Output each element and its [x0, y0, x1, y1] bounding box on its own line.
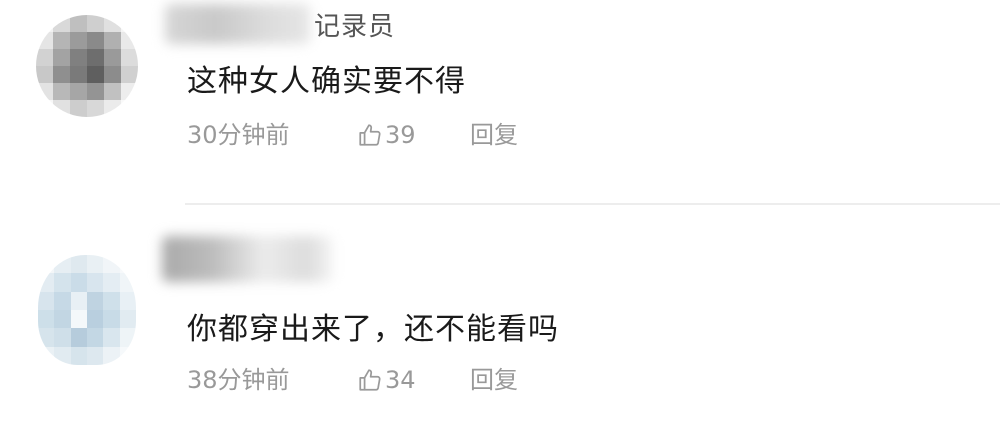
avatar-pixel — [103, 310, 120, 329]
avatar-pixel — [103, 291, 120, 310]
comment-item: 记录员 这种女人确实要不得 30分钟前 39 回复 — [0, 0, 1000, 205]
comment-time: 30分钟前 — [187, 121, 290, 149]
avatar-pixel — [87, 328, 104, 347]
avatar-pixel — [87, 66, 104, 83]
comment-time: 38分钟前 — [187, 366, 290, 394]
comment-text: 你都穿出来了，还不能看吗 — [187, 312, 559, 347]
avatar-pixel — [87, 49, 104, 66]
comment-item: 你都穿出来了，还不能看吗 38分钟前 34 回复 — [0, 206, 1000, 421]
avatar-pixel — [104, 49, 121, 66]
username-blurred[interactable] — [165, 4, 310, 44]
avatar-pixel — [87, 100, 104, 117]
avatar-pixel — [38, 255, 55, 274]
avatar-pixel — [70, 273, 87, 292]
thumbs-up-icon — [359, 369, 381, 391]
avatar-pixel — [70, 310, 87, 329]
avatar-pixel — [36, 15, 53, 32]
avatar-pixel — [121, 49, 138, 66]
avatar-pixel — [53, 32, 70, 49]
avatar-pixel — [104, 100, 121, 117]
avatar[interactable] — [38, 255, 136, 365]
avatar-pixel — [54, 310, 71, 329]
avatar-pixel — [87, 310, 104, 329]
avatar-pixel — [119, 273, 136, 292]
avatar-pixel — [119, 328, 136, 347]
avatar-pixel — [104, 83, 121, 100]
avatar-pixel — [103, 255, 120, 274]
avatar-pixel — [121, 32, 138, 49]
avatar-pixel — [119, 255, 136, 274]
avatar-pixel — [36, 32, 53, 49]
comment-text: 这种女人确实要不得 — [187, 64, 466, 99]
avatar-pixel — [103, 346, 120, 365]
avatar-pixel — [87, 32, 104, 49]
avatar-pixel — [70, 15, 87, 32]
avatar-pixel — [103, 273, 120, 292]
avatar-pixel — [104, 15, 121, 32]
avatar-pixel — [36, 49, 53, 66]
thumbs-up-icon — [359, 124, 381, 146]
avatar-pixel — [104, 32, 121, 49]
username-blurred[interactable] — [162, 236, 332, 282]
avatar-pixel — [70, 66, 87, 83]
avatar-pixel — [36, 83, 53, 100]
like-button[interactable]: 34 — [357, 363, 416, 397]
username-suffix[interactable]: 记录员 — [314, 6, 395, 43]
reply-button[interactable]: 回复 — [470, 363, 518, 397]
avatar-pixel — [36, 100, 53, 117]
avatar-pixel — [53, 49, 70, 66]
divider — [185, 203, 1000, 205]
avatar-pixel — [121, 83, 138, 100]
avatar-pixel — [70, 255, 87, 274]
avatar-pixel — [54, 346, 71, 365]
avatar-pixel — [121, 15, 138, 32]
avatar-pixel — [54, 255, 71, 274]
avatar-pixel — [104, 66, 121, 83]
avatar-pixel — [70, 328, 87, 347]
avatar-pixel — [87, 255, 104, 274]
like-button[interactable]: 39 — [357, 118, 416, 152]
avatar-pixel — [87, 273, 104, 292]
avatar-pixel — [53, 15, 70, 32]
avatar-pixel — [103, 328, 120, 347]
avatar-pixel — [87, 291, 104, 310]
avatar-pixel — [38, 310, 55, 329]
avatar-pixel — [38, 346, 55, 365]
avatar-pixel — [119, 291, 136, 310]
avatar-pixel — [38, 273, 55, 292]
avatar-pixel — [87, 83, 104, 100]
avatar-pixel — [119, 310, 136, 329]
avatar-pixel — [87, 15, 104, 32]
avatar-pixel — [54, 273, 71, 292]
avatar-pixel — [70, 83, 87, 100]
avatar-pixel — [119, 346, 136, 365]
avatar-pixel — [36, 66, 53, 83]
avatar-pixel — [38, 291, 55, 310]
avatar[interactable] — [36, 15, 138, 117]
like-count: 39 — [385, 121, 416, 149]
avatar-pixel — [87, 346, 104, 365]
avatar-pixel — [53, 83, 70, 100]
avatar-pixel — [53, 100, 70, 117]
like-count: 34 — [385, 366, 416, 394]
avatar-pixel — [70, 291, 87, 310]
avatar-pixel — [38, 328, 55, 347]
avatar-pixel — [54, 328, 71, 347]
avatar-pixel — [70, 346, 87, 365]
avatar-pixel — [53, 66, 70, 83]
avatar-pixel — [121, 100, 138, 117]
avatar-pixel — [70, 100, 87, 117]
avatar-pixel — [121, 66, 138, 83]
avatar-pixel — [70, 49, 87, 66]
avatar-pixel — [54, 291, 71, 310]
reply-button[interactable]: 回复 — [470, 118, 518, 152]
avatar-pixel — [70, 32, 87, 49]
